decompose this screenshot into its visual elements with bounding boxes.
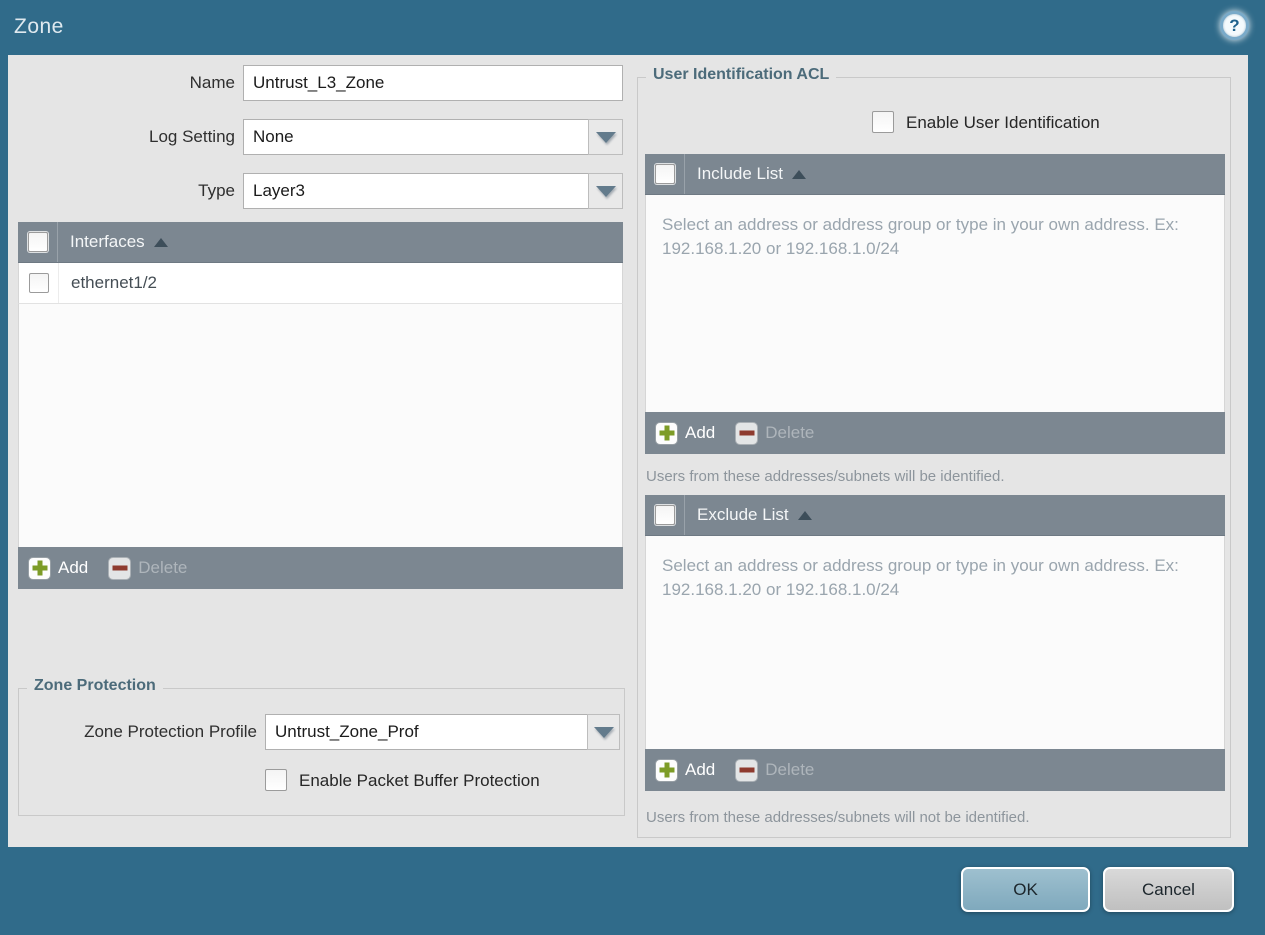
- chevron-down-icon: [595, 185, 616, 197]
- include-list-select-all-checkbox[interactable]: [654, 164, 675, 184]
- log-setting-input[interactable]: [243, 119, 589, 155]
- plus-icon: [655, 758, 678, 782]
- zone-protection-profile-label: Zone Protection Profile: [84, 722, 257, 741]
- zone-protection-fieldset: Zone Protection Zone Protection Profile …: [18, 677, 625, 816]
- type-dropdown-button[interactable]: [588, 173, 623, 209]
- interfaces-add-button[interactable]: Add: [28, 556, 88, 580]
- include-add-button[interactable]: Add: [655, 421, 715, 445]
- exclude-list-header-label: Exclude List: [697, 505, 789, 524]
- exclude-list-select-all-checkbox[interactable]: [654, 505, 675, 525]
- chevron-down-icon: [595, 131, 616, 143]
- plus-icon: [28, 556, 51, 580]
- include-delete-button[interactable]: Delete: [735, 421, 814, 445]
- log-setting-dropdown-button[interactable]: [588, 119, 623, 155]
- exclude-delete-button[interactable]: Delete: [735, 758, 814, 782]
- interfaces-table-header: Interfaces: [18, 222, 623, 263]
- interfaces-delete-button[interactable]: Delete: [108, 556, 187, 580]
- zone-protection-profile-input[interactable]: [265, 714, 588, 750]
- sort-ascending-icon[interactable]: [797, 510, 812, 520]
- interfaces-table: Interfaces ethernet1/2 Add Delete: [18, 222, 623, 589]
- interface-row-checkbox[interactable]: [28, 273, 49, 293]
- include-list-body[interactable]: Select an address or address group or ty…: [645, 195, 1225, 412]
- exclude-list-header: Exclude List: [645, 495, 1225, 536]
- minus-icon: [735, 421, 759, 445]
- packet-buffer-protection-checkbox[interactable]: [265, 769, 287, 791]
- sort-ascending-icon[interactable]: [792, 169, 806, 179]
- exclude-add-button[interactable]: Add: [655, 758, 715, 782]
- interfaces-table-body: [18, 304, 623, 547]
- include-list-placeholder: Select an address or address group or ty…: [662, 215, 1179, 259]
- exclude-list-table: Exclude List Select an address or addres…: [645, 495, 1225, 791]
- include-list-caption: Users from these addresses/subnets will …: [646, 468, 1005, 485]
- cancel-button[interactable]: Cancel: [1103, 867, 1234, 912]
- type-label: Type: [198, 181, 235, 200]
- exclude-list-footer: Add Delete: [645, 749, 1225, 791]
- enable-user-identification-checkbox[interactable]: [872, 111, 894, 133]
- interfaces-table-footer: Add Delete: [18, 547, 623, 589]
- log-setting-label: Log Setting: [148, 127, 235, 146]
- zone-protection-profile-dropdown-button[interactable]: [587, 714, 620, 750]
- dialog-body: Name Log Setting Type Interfaces etherne…: [8, 55, 1248, 847]
- dialog-title: Zone: [14, 15, 64, 38]
- exclude-list-placeholder: Select an address or address group or ty…: [662, 556, 1179, 600]
- minus-icon: [735, 758, 759, 782]
- minus-icon: [108, 556, 132, 580]
- exclude-list-body[interactable]: Select an address or address group or ty…: [645, 536, 1225, 749]
- enable-user-identification-label: Enable User Identification: [906, 113, 1100, 132]
- sort-ascending-icon[interactable]: [153, 237, 168, 247]
- type-input[interactable]: [243, 173, 589, 209]
- user-identification-fieldset: User Identification ACL Enable User Iden…: [637, 66, 1231, 838]
- exclude-list-caption: Users from these addresses/subnets will …: [646, 809, 1030, 826]
- packet-buffer-protection-label: Enable Packet Buffer Protection: [299, 771, 540, 790]
- ok-button[interactable]: OK: [961, 867, 1090, 912]
- dialog-titlebar: Zone ?: [0, 0, 1265, 55]
- plus-icon: [655, 421, 678, 445]
- name-label: Name: [189, 73, 235, 92]
- interfaces-select-all-checkbox[interactable]: [27, 232, 48, 252]
- zone-protection-legend: Zone Protection: [27, 677, 163, 695]
- include-list-table: Include List Select an address or addres…: [645, 154, 1225, 454]
- include-list-header: Include List: [645, 154, 1225, 195]
- name-input[interactable]: [243, 65, 623, 101]
- include-list-footer: Add Delete: [645, 412, 1225, 454]
- interfaces-header-label: Interfaces: [70, 232, 145, 251]
- include-list-header-label: Include List: [697, 164, 783, 183]
- user-identification-legend: User Identification ACL: [646, 66, 837, 84]
- interface-row[interactable]: ethernet1/2: [18, 263, 623, 304]
- interface-name: ethernet1/2: [71, 273, 158, 292]
- chevron-down-icon: [593, 726, 614, 738]
- help-icon[interactable]: ?: [1220, 11, 1249, 40]
